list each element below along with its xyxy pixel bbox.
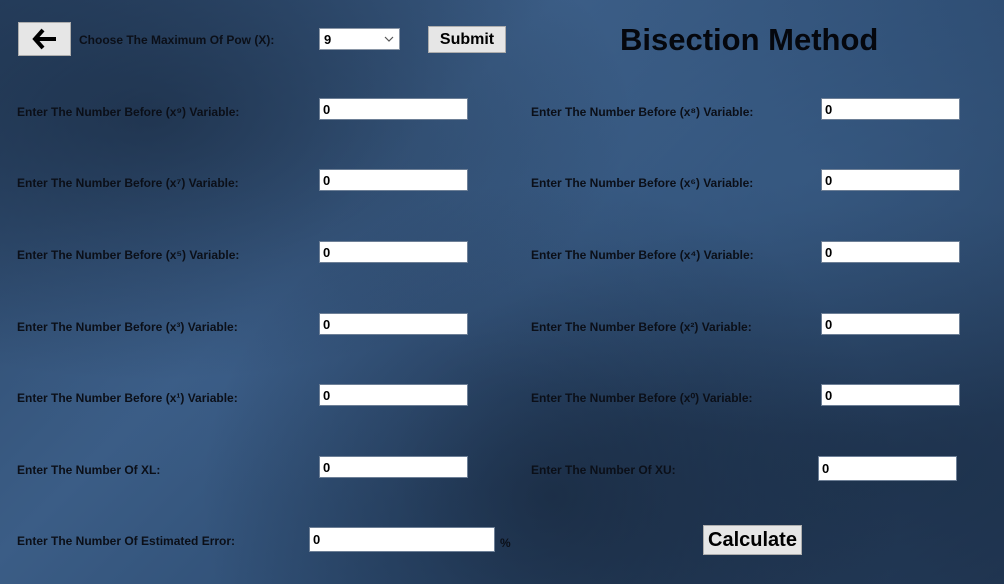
arrow-left-icon [31, 28, 56, 50]
xl-label: Enter The Number Of XL: [17, 463, 161, 477]
pow-selected-value: 9 [324, 32, 332, 47]
submit-button[interactable]: Submit [428, 26, 506, 53]
x2-coefficient-input[interactable] [821, 313, 960, 335]
page-title: Bisection Method [620, 22, 879, 57]
estimated-error-label: Enter The Number Of Estimated Error: [17, 534, 236, 548]
chevron-down-icon [384, 36, 394, 42]
x1-label: Enter The Number Before (x¹) Variable: [17, 391, 238, 405]
x5-coefficient-input[interactable] [319, 241, 468, 263]
x3-label: Enter The Number Before (x³) Variable: [17, 320, 238, 334]
pow-label: Choose The Maximum Of Pow (X): [79, 33, 275, 47]
x0-coefficient-input[interactable] [821, 384, 960, 406]
calculate-button[interactable]: Calculate [703, 525, 802, 555]
x0-label: Enter The Number Before (x⁰) Variable: [531, 391, 753, 405]
xu-label: Enter The Number Of XU: [531, 463, 676, 477]
x9-coefficient-input[interactable] [319, 98, 468, 120]
x2-label: Enter The Number Before (x²) Variable: [531, 320, 752, 334]
x6-coefficient-input[interactable] [821, 169, 960, 191]
x6-label: Enter The Number Before (x⁶) Variable: [531, 176, 754, 190]
x4-label: Enter The Number Before (x⁴) Variable: [531, 248, 754, 262]
x7-coefficient-input[interactable] [319, 169, 468, 191]
x8-coefficient-input[interactable] [821, 98, 960, 120]
back-button[interactable] [18, 22, 71, 56]
x7-label: Enter The Number Before (x⁷) Variable: [17, 176, 239, 190]
xu-input[interactable] [818, 456, 957, 481]
x4-coefficient-input[interactable] [821, 241, 960, 263]
x9-label: Enter The Number Before (x⁹) Variable: [17, 105, 240, 119]
x5-label: Enter The Number Before (x⁵) Variable: [17, 248, 240, 262]
estimated-error-input[interactable] [309, 527, 495, 552]
xl-input[interactable] [319, 456, 468, 478]
percent-unit: % [500, 536, 511, 550]
x3-coefficient-input[interactable] [319, 313, 468, 335]
x1-coefficient-input[interactable] [319, 384, 468, 406]
pow-select[interactable]: 9 [319, 28, 400, 50]
x8-label: Enter The Number Before (x⁸) Variable: [531, 105, 754, 119]
